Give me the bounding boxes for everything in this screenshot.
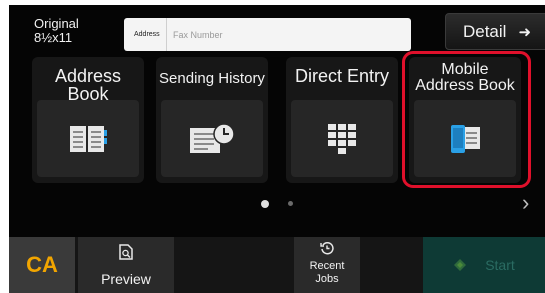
sending-history-label: Sending History — [159, 70, 265, 87]
page-dot-1[interactable] — [261, 200, 269, 208]
original-size: 8½x11 — [34, 30, 73, 45]
sending-history-button[interactable]: Sending History — [156, 57, 268, 183]
direct-entry-label: Direct Entry — [294, 66, 390, 86]
address-book-button[interactable]: Address Book — [32, 57, 144, 183]
recent-jobs-label: Recent Jobs — [294, 260, 360, 286]
chevron-right-icon[interactable]: › — [522, 190, 529, 216]
address-book-icon — [70, 125, 107, 152]
address-bar[interactable]: Address — [124, 18, 411, 51]
recent-jobs-label-line2: Jobs — [315, 273, 339, 285]
original-label: Original — [34, 16, 79, 31]
original-size-indicator[interactable]: Original 8½x11 — [34, 17, 79, 45]
direct-entry-tile — [291, 100, 393, 177]
keypad-icon — [328, 123, 356, 154]
start-button[interactable]: Start — [423, 237, 545, 293]
fax-number-input[interactable] — [173, 29, 393, 40]
preview-button[interactable]: Preview — [78, 237, 174, 293]
preview-label: Preview — [101, 271, 151, 287]
sending-history-icon — [190, 122, 235, 153]
detail-label: Detail — [462, 21, 507, 41]
preview-icon — [119, 244, 133, 260]
page-dot-2[interactable] — [288, 201, 293, 206]
selection-highlight — [402, 51, 531, 188]
start-diamond-icon — [454, 259, 467, 271]
recent-jobs-label-line1: Recent — [309, 260, 345, 272]
address-book-label: Address Book — [54, 66, 122, 104]
address-book-tile — [37, 100, 139, 177]
clear-all-button[interactable]: CA — [9, 237, 75, 293]
history-icon — [320, 242, 334, 255]
detail-button[interactable]: Detail ➜ — [445, 13, 545, 50]
start-label: Start — [485, 257, 515, 273]
recent-jobs-button[interactable]: Recent Jobs — [294, 237, 360, 293]
arrow-right-icon: ➜ — [518, 23, 532, 41]
sending-history-tile — [161, 100, 263, 177]
direct-entry-button[interactable]: Direct Entry — [286, 57, 398, 183]
address-label[interactable]: Address — [134, 18, 167, 51]
fax-screen: Original 8½x11 Address Detail ➜ Address … — [9, 5, 545, 293]
